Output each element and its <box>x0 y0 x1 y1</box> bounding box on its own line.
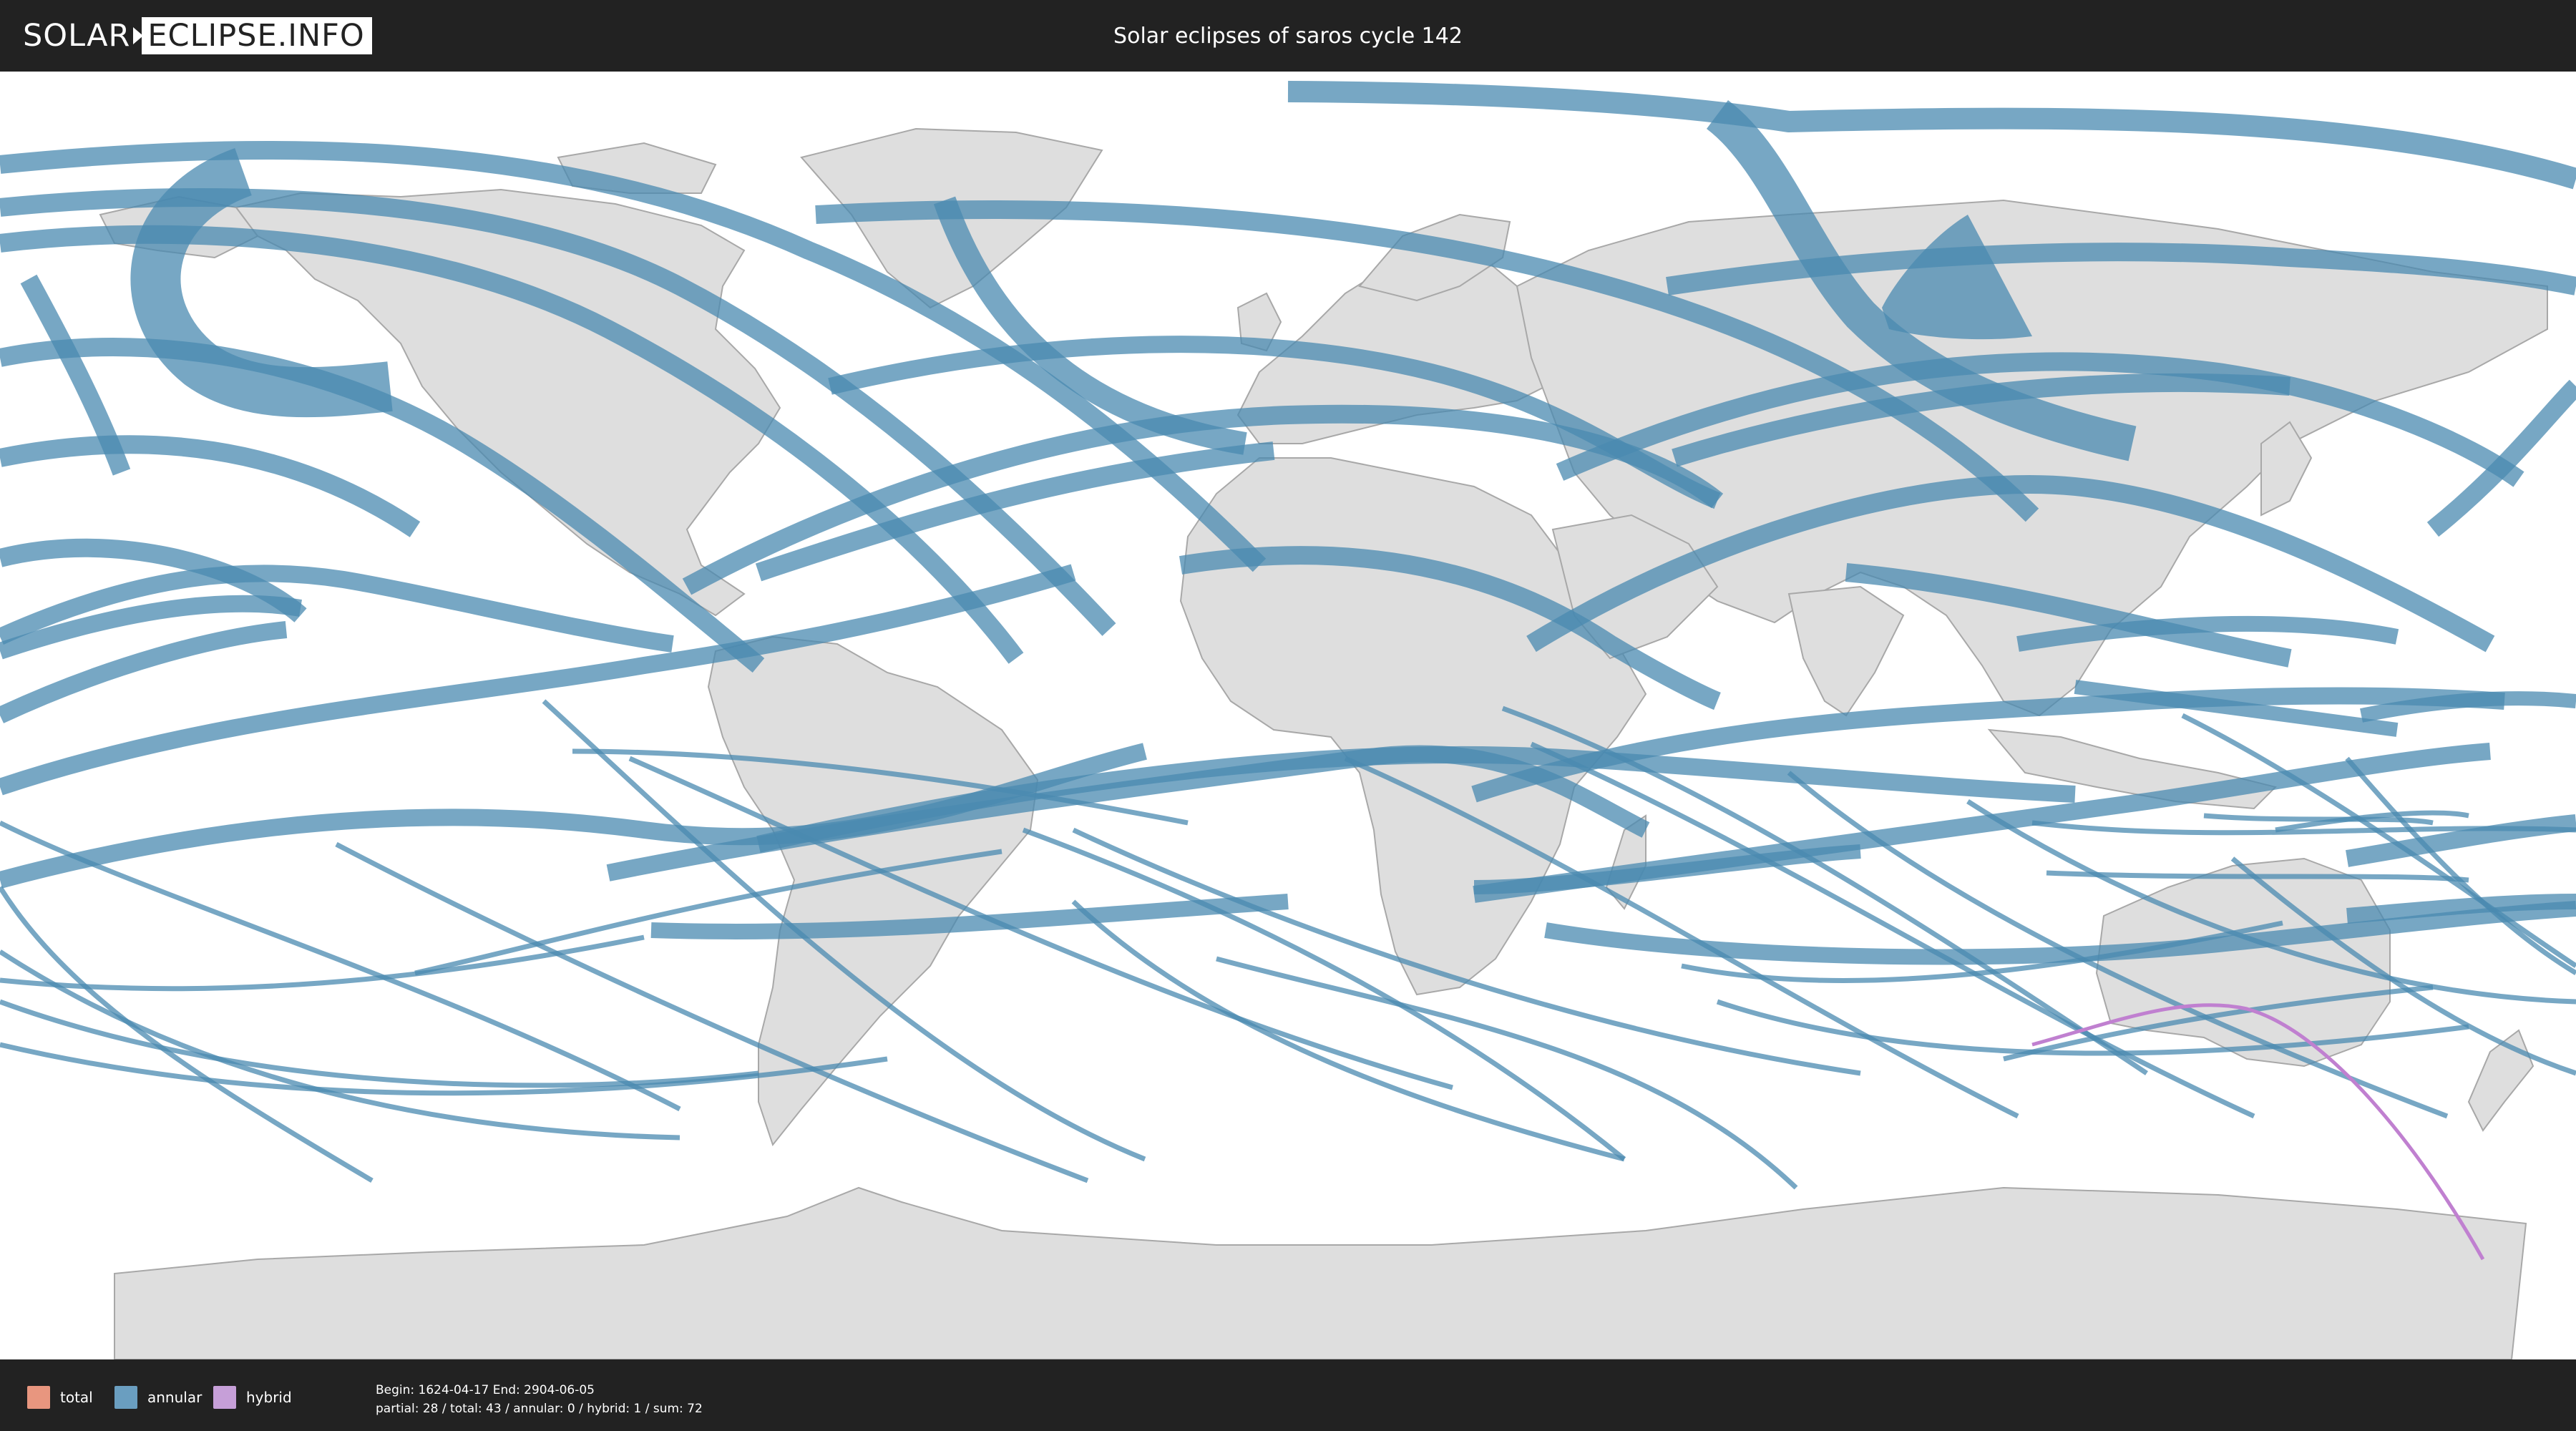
legend-annular-label: annular <box>147 1389 203 1406</box>
legend-hybrid-swatch <box>213 1386 236 1409</box>
land-india <box>1787 585 1905 717</box>
footer-bar: total annular hybrid Begin: 1624-04-17 E… <box>0 1359 2576 1431</box>
land-new-zealand <box>2467 1029 2534 1132</box>
eclipse-map-svg <box>0 81 2576 1359</box>
legend-hybrid-label: hybrid <box>246 1389 292 1406</box>
legend-total: total <box>27 1385 93 1410</box>
legend-annular: annular <box>114 1385 202 1410</box>
cycle-info: Begin: 1624-04-17 End: 2904-06-05 partia… <box>376 1381 703 1418</box>
land-antarctica <box>114 1186 2527 1359</box>
legend-annular-swatch <box>114 1386 137 1409</box>
legend-total-swatch <box>27 1386 50 1409</box>
legend-total-label: total <box>60 1389 93 1406</box>
land-masses <box>99 127 2548 1359</box>
land-south-america <box>707 635 1039 1147</box>
legend-hybrid: hybrid <box>213 1385 292 1410</box>
page-title: Solar eclipses of saros cycle 142 <box>1113 23 1463 49</box>
cycle-info-counts: partial: 28 / total: 43 / annular: 0 / h… <box>376 1402 703 1416</box>
cycle-info-dates: Begin: 1624-04-17 End: 2904-06-05 <box>376 1383 595 1397</box>
track-arctic-top <box>1287 81 2576 190</box>
world-map <box>0 72 2576 1359</box>
header-bar: SOLAR ECLIPSE.INFO Solar eclipses of sar… <box>0 0 2576 72</box>
